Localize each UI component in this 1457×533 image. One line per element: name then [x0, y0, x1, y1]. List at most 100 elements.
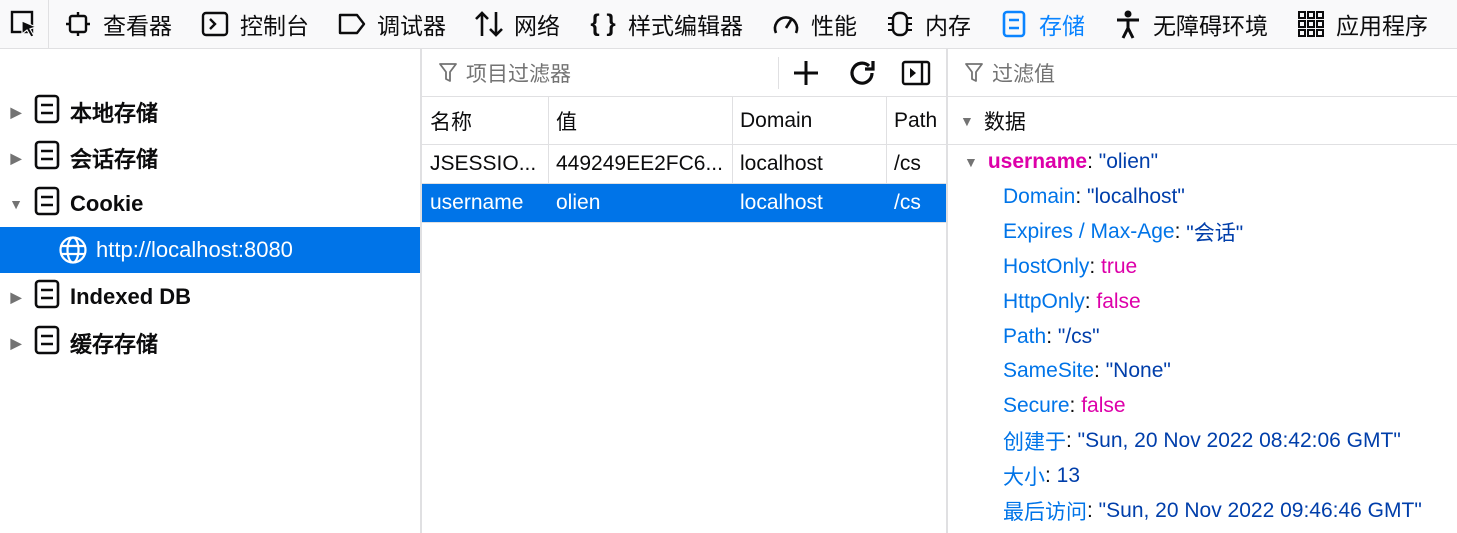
cell-domain: localhost	[740, 191, 823, 214]
prop-row[interactable]: Domain: "localhost"	[1003, 179, 1185, 214]
network-icon	[474, 9, 504, 39]
prop-row[interactable]: HostOnly: true	[1003, 249, 1137, 284]
root-entry[interactable]: ▼ username: "olien"	[964, 144, 1158, 179]
table-row-selected[interactable]: username olien localhost /cs	[422, 184, 946, 223]
console-icon	[200, 9, 230, 39]
expand-arrow-icon[interactable]: ▶	[8, 335, 24, 352]
expand-arrow-icon[interactable]: ▶	[8, 104, 24, 121]
tree-item-label: Cookie	[70, 191, 144, 216]
tab-storage[interactable]: 存储	[985, 0, 1099, 48]
prop-value: "Sun, 20 Nov 2022 08:42:06 GMT"	[1077, 428, 1401, 452]
cookie-table-pane: 项目过滤器 名称 值 Domain Path JSESSIO... 449249…	[422, 49, 948, 533]
prop-value: false	[1096, 289, 1141, 313]
database-icon	[34, 140, 60, 176]
tab-label: 内存	[925, 13, 971, 39]
prop-key: HostOnly	[1003, 254, 1090, 278]
devtools-toolbar: 查看器 控制台 调试器 网络 { } 样式编辑器 性能 内存 存储 无障碍环境 …	[0, 0, 1457, 49]
tree-item-indexed-db[interactable]: ▶ Indexed DB	[0, 274, 420, 320]
column-header-value[interactable]: 值	[548, 97, 732, 144]
element-picker-button[interactable]	[0, 0, 49, 48]
tab-label: 性能	[811, 13, 857, 39]
collapse-arrow-icon[interactable]: ▼	[8, 196, 24, 212]
tree-item-cookie[interactable]: ▼ Cookie	[0, 181, 420, 227]
tab-memory[interactable]: 内存	[871, 0, 985, 48]
filter-icon	[965, 62, 983, 82]
prop-row[interactable]: 最后访问: "Sun, 20 Nov 2022 09:46:46 GMT"	[1003, 493, 1422, 528]
expand-arrow-icon[interactable]: ▶	[8, 150, 24, 167]
tab-application[interactable]: 应用程序	[1282, 0, 1442, 48]
storage-tree: ▶ 本地存储 ▶ 会话存储 ▼ Cookie http://localhost:…	[0, 49, 422, 533]
prop-row[interactable]: 创建于: "Sun, 20 Nov 2022 08:42:06 GMT"	[1003, 423, 1401, 458]
column-header-domain[interactable]: Domain	[732, 97, 886, 144]
style-editor-icon: { }	[590, 10, 616, 37]
collapse-arrow-icon[interactable]: ▼	[964, 154, 978, 170]
tab-label: 控制台	[240, 13, 309, 39]
column-header-path[interactable]: Path	[886, 97, 946, 144]
prop-value: 13	[1056, 463, 1081, 487]
item-filter[interactable]: 项目过滤器	[422, 58, 571, 88]
data-section-label: 数据	[983, 110, 1026, 134]
details-sidebar: 过滤值 ▼ 数据 ▼ username: "olien" Domain: "lo…	[948, 49, 1457, 533]
database-icon	[34, 186, 60, 222]
add-item-button[interactable]	[788, 55, 824, 91]
tab-label: 存储	[1039, 13, 1085, 39]
tree-item-label: 会话存储	[70, 147, 159, 172]
prop-value: "Sun, 20 Nov 2022 09:46:46 GMT"	[1098, 498, 1422, 522]
tree-item-label: Indexed DB	[70, 284, 192, 309]
cursor-picker-icon	[10, 10, 38, 38]
item-filter-placeholder: 项目过滤器	[466, 62, 571, 86]
tree-item-session-storage[interactable]: ▶ 会话存储	[0, 135, 420, 181]
prop-key: 大小	[1003, 465, 1045, 489]
tab-label: 网络	[514, 13, 560, 39]
database-icon	[34, 325, 60, 361]
tab-debugger[interactable]: 调试器	[323, 0, 460, 48]
prop-value: false	[1081, 393, 1126, 417]
prop-row[interactable]: SameSite: "None"	[1003, 353, 1171, 388]
toggle-sidebar-button[interactable]	[898, 55, 934, 91]
prop-key: Path	[1003, 324, 1047, 348]
refresh-button[interactable]	[844, 55, 880, 91]
cell-path: /cs	[894, 152, 921, 175]
cell-name: JSESSIO...	[430, 152, 537, 175]
tree-item-label: 缓存存储	[70, 332, 159, 357]
tree-item-cache-storage[interactable]: ▶ 缓存存储	[0, 320, 420, 366]
prop-value: "/cs"	[1057, 324, 1100, 348]
prop-row[interactable]: HttpOnly: false	[1003, 284, 1141, 319]
prop-row[interactable]: Secure: false	[1003, 388, 1126, 423]
cell-value: olien	[556, 191, 601, 214]
prop-value: "localhost"	[1087, 184, 1185, 208]
accessibility-icon	[1113, 9, 1143, 39]
tab-style-editor[interactable]: { } 样式编辑器	[574, 0, 757, 48]
prop-key: 创建于	[1003, 430, 1066, 454]
root-value: "olien"	[1098, 149, 1159, 173]
tab-label: 样式编辑器	[628, 13, 743, 39]
prop-row[interactable]: Path: "/cs"	[1003, 319, 1100, 354]
table-row[interactable]: JSESSIO... 449249EE2FC6... localhost /cs	[422, 145, 946, 184]
expand-arrow-icon[interactable]: ▶	[8, 289, 24, 306]
prop-value: "None"	[1105, 358, 1171, 382]
tab-accessibility[interactable]: 无障碍环境	[1099, 0, 1282, 48]
data-section-header[interactable]: ▼ 数据	[948, 97, 1457, 145]
tab-label: 调试器	[377, 13, 446, 39]
storage-icon	[999, 9, 1029, 39]
prop-row[interactable]: Expires / Max-Age: "会话"	[1003, 214, 1243, 249]
prop-key: SameSite	[1003, 358, 1095, 382]
tab-console[interactable]: 控制台	[186, 0, 323, 48]
tree-item-local-storage[interactable]: ▶ 本地存储	[0, 89, 420, 135]
collapse-arrow-icon[interactable]: ▼	[960, 113, 974, 129]
tree-item-cookie-host[interactable]: http://localhost:8080	[0, 227, 420, 273]
tab-label: 查看器	[103, 13, 172, 39]
tab-performance[interactable]: 性能	[757, 0, 871, 48]
column-header-name[interactable]: 名称	[422, 97, 548, 144]
root-key: username	[987, 149, 1088, 173]
tab-inspector[interactable]: 查看器	[49, 0, 186, 48]
refresh-icon	[850, 61, 875, 85]
prop-key: HttpOnly	[1003, 289, 1085, 313]
prop-row[interactable]: 大小: 13	[1003, 458, 1080, 493]
prop-value: true	[1101, 254, 1138, 278]
tree-item-label: http://localhost:8080	[96, 237, 293, 262]
tree-item-label: 本地存储	[70, 101, 159, 126]
value-filter[interactable]: 过滤值	[948, 49, 1457, 97]
tab-network[interactable]: 网络	[460, 0, 574, 48]
table-header: 名称 值 Domain Path	[422, 97, 946, 145]
